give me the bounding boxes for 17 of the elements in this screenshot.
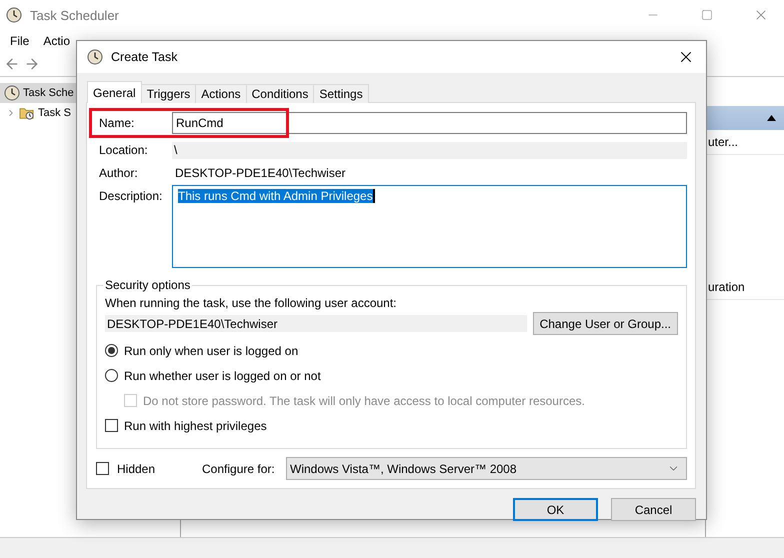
field-label: Location:: [99, 143, 149, 157]
option-label: Run with highest privileges: [124, 418, 267, 432]
option-label: Hidden: [117, 462, 156, 476]
option-label: Run only when user is logged on: [124, 344, 298, 358]
option-label: Run whether user is logged on or not: [124, 368, 321, 382]
field-label: Name:: [99, 116, 136, 130]
window-title: Task Scheduler: [30, 8, 120, 22]
user-account-field: DESKTOP-PDE1E40\Techwiser: [105, 315, 527, 332]
group-title: Security options: [104, 278, 192, 292]
account-label: When running the task, use the following user account:: [105, 296, 398, 310]
dialog-title: Create Task: [111, 50, 178, 64]
author-value: DESKTOP-PDE1E40\Techwiser: [174, 166, 346, 180]
option-label: Do not store password. The task will only have access to local computer resources.: [143, 394, 585, 408]
field-label: Configure for:: [202, 462, 276, 476]
location-field: \: [172, 142, 687, 158]
field-label: Author:: [99, 166, 139, 180]
field-label: Description:: [99, 188, 164, 203]
